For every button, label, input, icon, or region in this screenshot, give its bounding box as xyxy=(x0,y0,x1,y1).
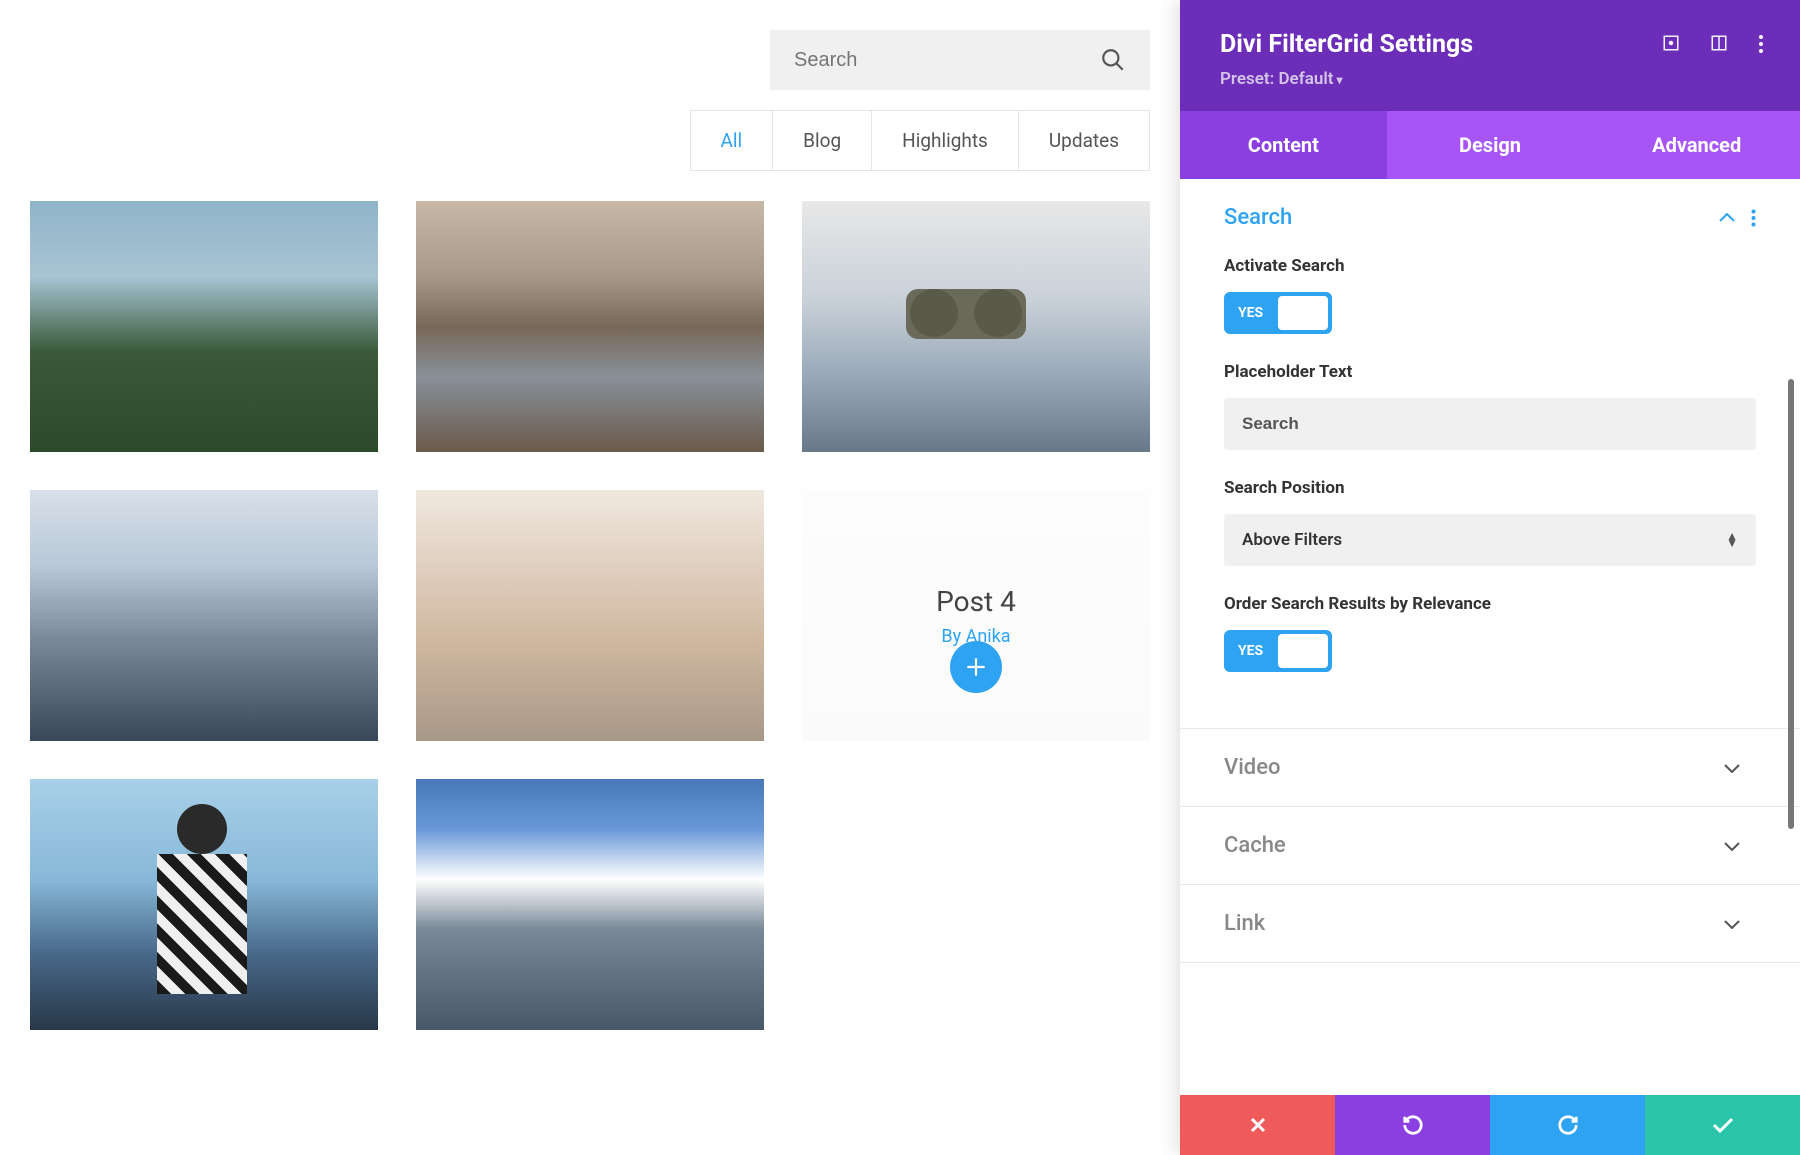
filter-tabs-wrap: All Blog Highlights Updates xyxy=(30,110,1150,171)
save-button[interactable] xyxy=(1645,1095,1800,1155)
image-grid: Post 4 By Anika xyxy=(30,201,1150,1030)
thumbnail-image xyxy=(416,490,764,741)
section-video: Video xyxy=(1180,729,1800,807)
kebab-menu-icon[interactable] xyxy=(1758,34,1764,54)
toggle-label: YES xyxy=(1228,305,1273,321)
search-bar-wrap xyxy=(30,30,1150,90)
thumbnail-image xyxy=(30,490,378,741)
plus-button[interactable] xyxy=(950,641,1002,693)
search-box[interactable] xyxy=(770,30,1150,90)
panel-header: Divi FilterGrid Settings Preset: Default xyxy=(1180,0,1800,111)
filter-tab-highlights[interactable]: Highlights xyxy=(872,111,1019,170)
undo-icon xyxy=(1402,1114,1424,1136)
grid-item[interactable] xyxy=(416,779,764,1030)
section-search: Search Activate Search YES Placeholder T… xyxy=(1180,179,1800,729)
grid-item[interactable] xyxy=(416,490,764,741)
chevron-down-icon xyxy=(1724,763,1740,773)
section-header-search[interactable]: Search xyxy=(1180,179,1800,256)
panel-header-actions xyxy=(1662,34,1764,54)
section-header-video[interactable]: Video xyxy=(1180,729,1800,806)
chevron-down-icon xyxy=(1724,919,1740,929)
thumbnail-image xyxy=(416,201,764,452)
post-title: Post 4 xyxy=(936,585,1016,618)
content-preview: All Blog Highlights Updates Post 4 By An… xyxy=(0,0,1180,1030)
thumbnail-image xyxy=(802,201,1150,452)
toggle-activate-search[interactable]: YES xyxy=(1224,292,1332,334)
section-title: Link xyxy=(1224,911,1724,936)
search-icon xyxy=(1100,47,1126,73)
close-icon xyxy=(1249,1116,1267,1134)
chevron-down-icon xyxy=(1724,841,1740,851)
tab-advanced[interactable]: Advanced xyxy=(1593,111,1800,179)
section-header-link[interactable]: Link xyxy=(1180,885,1800,962)
search-input[interactable] xyxy=(794,49,1100,72)
section-cache: Cache xyxy=(1180,807,1800,885)
panel-body[interactable]: Search Activate Search YES Placeholder T… xyxy=(1180,179,1800,1095)
binoculars-icon xyxy=(906,289,1026,339)
thumbnail-image xyxy=(30,201,378,452)
field-activate-search: Activate Search YES xyxy=(1224,256,1756,334)
columns-icon[interactable] xyxy=(1710,34,1728,54)
filter-tab-blog[interactable]: Blog xyxy=(773,111,872,170)
grid-item[interactable] xyxy=(802,201,1150,452)
section-title: Cache xyxy=(1224,833,1724,858)
expand-icon[interactable] xyxy=(1662,34,1680,54)
redo-icon xyxy=(1557,1114,1579,1136)
field-label: Search Position xyxy=(1224,478,1756,498)
section-title: Search xyxy=(1224,205,1719,230)
panel-tabs: Content Design Advanced xyxy=(1180,111,1800,179)
grid-item[interactable] xyxy=(30,201,378,452)
field-label: Placeholder Text xyxy=(1224,362,1756,382)
section-header-cache[interactable]: Cache xyxy=(1180,807,1800,884)
redo-button[interactable] xyxy=(1490,1095,1645,1155)
field-search-position: Search Position Above Filters ▲▼ xyxy=(1224,478,1756,566)
preset-dropdown[interactable]: Preset: Default xyxy=(1220,69,1760,89)
thumbnail-image xyxy=(416,779,764,1030)
placeholder-input[interactable] xyxy=(1224,398,1756,450)
field-label: Activate Search xyxy=(1224,256,1756,276)
scrollbar-thumb[interactable] xyxy=(1788,379,1794,829)
section-title: Video xyxy=(1224,755,1724,780)
chevron-up-icon xyxy=(1719,213,1735,223)
cancel-button[interactable] xyxy=(1180,1095,1335,1155)
field-placeholder-text: Placeholder Text xyxy=(1224,362,1756,450)
check-icon xyxy=(1712,1117,1734,1133)
filter-tab-updates[interactable]: Updates xyxy=(1019,111,1149,170)
grid-item[interactable] xyxy=(30,490,378,741)
person-icon xyxy=(152,804,252,1024)
settings-panel: Divi FilterGrid Settings Preset: Default… xyxy=(1180,0,1800,1155)
filter-tabs: All Blog Highlights Updates xyxy=(690,110,1150,171)
tab-design[interactable]: Design xyxy=(1387,111,1594,179)
panel-footer xyxy=(1180,1095,1800,1155)
field-label: Order Search Results by Relevance xyxy=(1224,594,1756,614)
filter-tab-all[interactable]: All xyxy=(691,111,774,170)
thumbnail-image xyxy=(30,779,378,1030)
section-link: Link xyxy=(1180,885,1800,963)
toggle-knob xyxy=(1278,634,1328,668)
sort-icon: ▲▼ xyxy=(1726,533,1738,547)
section-body: Activate Search YES Placeholder Text Sea… xyxy=(1180,256,1800,728)
grid-item[interactable] xyxy=(30,779,378,1030)
tab-content[interactable]: Content xyxy=(1180,111,1387,179)
field-order-relevance: Order Search Results by Relevance YES xyxy=(1224,594,1756,672)
toggle-knob xyxy=(1278,296,1328,330)
grid-item-hover[interactable]: Post 4 By Anika xyxy=(802,490,1150,741)
kebab-menu-icon[interactable] xyxy=(1751,209,1756,227)
toggle-label: YES xyxy=(1228,643,1273,659)
select-value: Above Filters xyxy=(1242,530,1342,550)
search-position-select[interactable]: Above Filters ▲▼ xyxy=(1224,514,1756,566)
undo-button[interactable] xyxy=(1335,1095,1490,1155)
grid-item[interactable] xyxy=(416,201,764,452)
hover-overlay: Post 4 By Anika xyxy=(802,490,1150,741)
toggle-order-relevance[interactable]: YES xyxy=(1224,630,1332,672)
